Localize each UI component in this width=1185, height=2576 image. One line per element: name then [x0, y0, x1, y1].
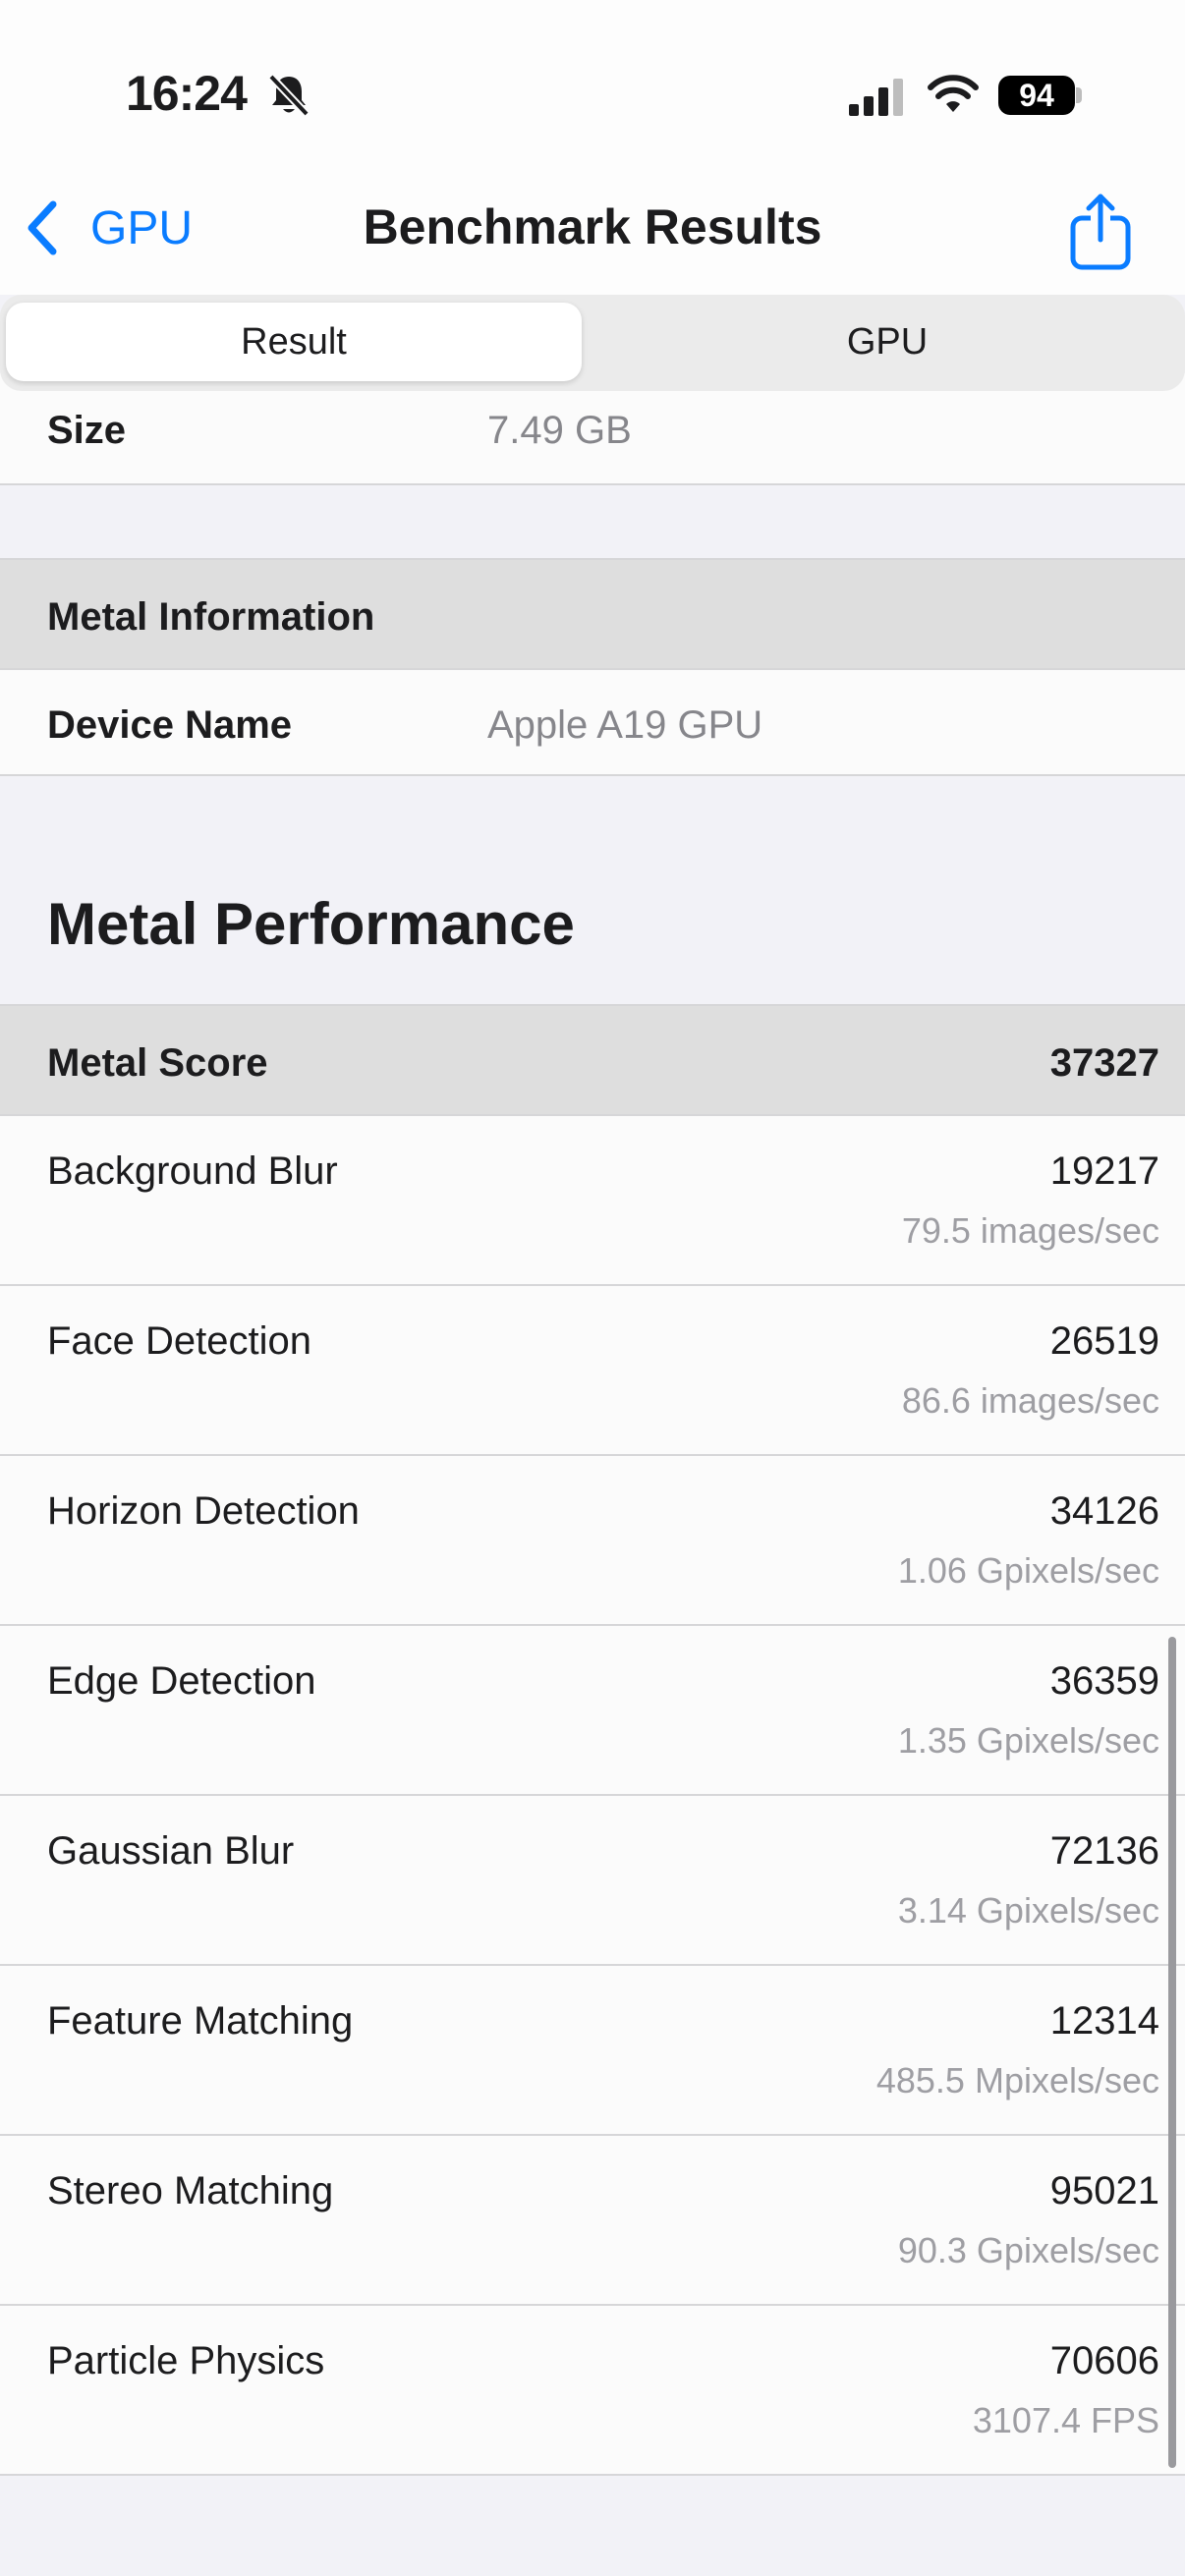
test-rate: 3.14 Gpixels/sec	[897, 1890, 1159, 1931]
test-name: Edge Detection	[47, 1659, 316, 1703]
metal-score-row: Metal Score 37327	[0, 1004, 1185, 1116]
test-name: Stereo Matching	[47, 2169, 334, 2212]
table-row: Background Blur 19217 79.5 images/sec	[0, 1116, 1185, 1286]
table-row: Gaussian Blur 72136 3.14 Gpixels/sec	[0, 1796, 1185, 1966]
device-name-row: Device Name Apple A19 GPU	[0, 670, 1185, 776]
test-rate: 1.35 Gpixels/sec	[897, 1720, 1159, 1761]
test-score: 95021	[1049, 2169, 1159, 2212]
test-name: Background Blur	[47, 1149, 338, 1193]
test-score: 70606	[1049, 2339, 1159, 2382]
device-name-label: Device Name	[47, 703, 293, 747]
size-value: 7.49 GB	[487, 409, 632, 452]
table-row: Face Detection 26519 86.6 images/sec	[0, 1286, 1185, 1456]
test-rate: 86.6 images/sec	[901, 1380, 1159, 1421]
cellular-signal-icon	[849, 79, 903, 116]
metal-score-label: Metal Score	[47, 1041, 268, 1085]
device-name-value: Apple A19 GPU	[487, 703, 763, 747]
metal-info-header: Metal Information	[0, 558, 1185, 670]
test-score: 12314	[1049, 1999, 1159, 2043]
test-rate: 3107.4 FPS	[972, 2400, 1159, 2440]
tab-gpu[interactable]: GPU	[599, 303, 1175, 381]
table-row: Horizon Detection 34126 1.06 Gpixels/sec	[0, 1456, 1185, 1626]
table-row: Particle Physics 70606 3107.4 FPS	[0, 2306, 1185, 2476]
scrollbar[interactable]	[1168, 1637, 1176, 2468]
segmented-control: Result GPU	[0, 295, 1185, 391]
metal-performance-title: Metal Performance	[47, 891, 575, 957]
tab-result[interactable]: Result	[6, 303, 582, 381]
test-score: 72136	[1049, 1829, 1159, 1873]
test-rate: 79.5 images/sec	[901, 1210, 1159, 1251]
status-time: 16:24	[126, 66, 248, 121]
test-name: Face Detection	[47, 1319, 312, 1363]
table-row: Feature Matching 12314 485.5 Mpixels/sec	[0, 1966, 1185, 2136]
metal-info-title: Metal Information	[47, 595, 375, 639]
test-name: Particle Physics	[47, 2339, 325, 2382]
size-label: Size	[47, 409, 127, 452]
test-rate: 1.06 Gpixels/sec	[897, 1550, 1159, 1591]
test-score: 19217	[1049, 1149, 1159, 1193]
test-score: 34126	[1049, 1489, 1159, 1533]
test-name: Feature Matching	[47, 1999, 354, 2043]
test-score: 36359	[1049, 1659, 1159, 1703]
test-rate: 90.3 Gpixels/sec	[897, 2230, 1159, 2270]
test-rate: 485.5 Mpixels/sec	[875, 2060, 1159, 2100]
battery-icon: 94	[998, 76, 1075, 115]
wifi-icon	[928, 75, 979, 112]
share-icon[interactable]	[1065, 193, 1136, 271]
metal-score-value: 37327	[1049, 1041, 1159, 1085]
bell-slash-icon	[268, 74, 310, 117]
table-row: Stereo Matching 95021 90.3 Gpixels/sec	[0, 2136, 1185, 2306]
page-title: Benchmark Results	[363, 199, 822, 254]
test-name: Gaussian Blur	[47, 1829, 295, 1873]
top-bar: 16:24 94 GPU Benchmark Results	[0, 0, 1185, 295]
test-name: Horizon Detection	[47, 1489, 360, 1533]
test-score: 26519	[1049, 1319, 1159, 1363]
table-row: Edge Detection 36359 1.35 Gpixels/sec	[0, 1626, 1185, 1796]
battery-tip	[1076, 87, 1082, 103]
